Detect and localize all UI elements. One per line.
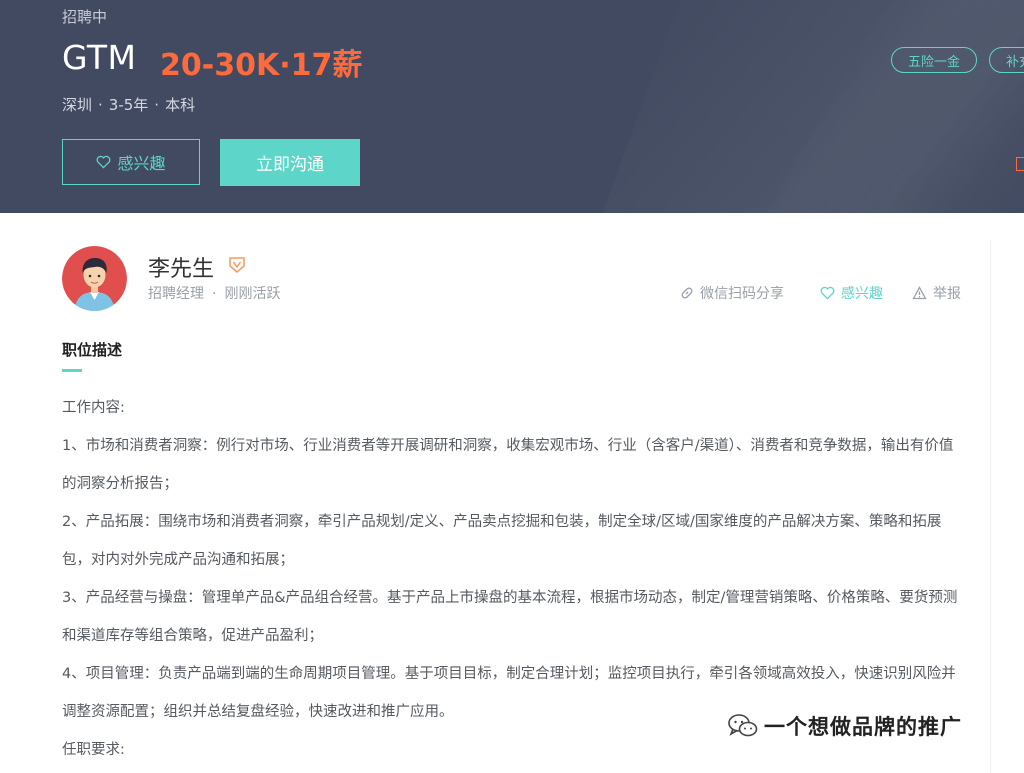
section-title-underline [62,369,82,372]
section-title-job-description: 职位描述 [62,341,123,359]
report-icon[interactable] [1016,157,1024,171]
interest-button[interactable]: 感兴趣 [62,139,200,185]
description-paragraph: 1、市场和消费者洞察：例行对市场、行业消费者等开展调研和洞察，收集宏观市场、行业… [62,438,954,492]
report-action[interactable]: 举报 [912,283,961,303]
meta-separator: · [154,96,160,114]
wechat-icon [728,714,758,737]
job-title: GTM [62,38,137,77]
heart-icon [820,286,835,300]
link-icon [681,287,693,299]
divider [990,240,991,773]
avatar-image [62,246,127,311]
recruiter-activity: 刚刚活跃 [224,286,281,302]
description-paragraph: 2、产品拓展：围绕市场和消费者洞察，牵引产品规划/定义、产品卖点挖掘和包装，制定… [62,514,942,568]
job-status: 招聘中 [62,8,108,26]
benefit-tag: 补充 [989,47,1024,73]
job-location: 深圳 [62,96,93,114]
recruiter-name: 李先生 [148,257,215,282]
job-header-banner: 招聘中 GTM 20-30K·17薪 深圳 · 3-5年 · 本科 感兴趣 立即沟通 五… [0,0,1024,213]
report-label: 举报 [933,286,961,302]
share-wechat-action[interactable]: 微信扫码分享 [680,283,784,303]
warning-icon [912,286,927,300]
share-label: 微信扫码分享 [700,286,784,302]
recruiter-role: 招聘经理 · 刚刚活跃 [148,283,280,303]
job-meta: 深圳 · 3-5年 · 本科 [62,94,195,115]
interest-label: 感兴趣 [841,286,883,302]
description-paragraph: 3、产品经营与操盘：管理单产品&产品组合经营。基于产品上市操盘的基本流程，根据市… [62,590,958,644]
watermark-text: 一个想做品牌的推广 [764,715,962,739]
recruiter-avatar [62,246,127,311]
chat-now-button[interactable]: 立即沟通 [220,139,360,186]
heart-icon [97,155,111,169]
job-education: 本科 [165,96,196,114]
verified-badge-icon [229,257,245,273]
job-experience: 3-5年 [108,96,149,114]
description-paragraph: 工作内容: [62,400,125,416]
salary: 20-30K·17薪 [160,48,363,83]
role-separator: · [212,286,217,302]
interest-action[interactable]: 感兴趣 [820,283,883,303]
meta-separator: · [98,96,103,114]
recruiter-title: 招聘经理 [148,286,204,302]
interest-button-label: 感兴趣 [117,154,166,173]
benefit-tag: 五险一金 [891,47,977,73]
watermark: 一个想做品牌的推广 [728,711,962,741]
